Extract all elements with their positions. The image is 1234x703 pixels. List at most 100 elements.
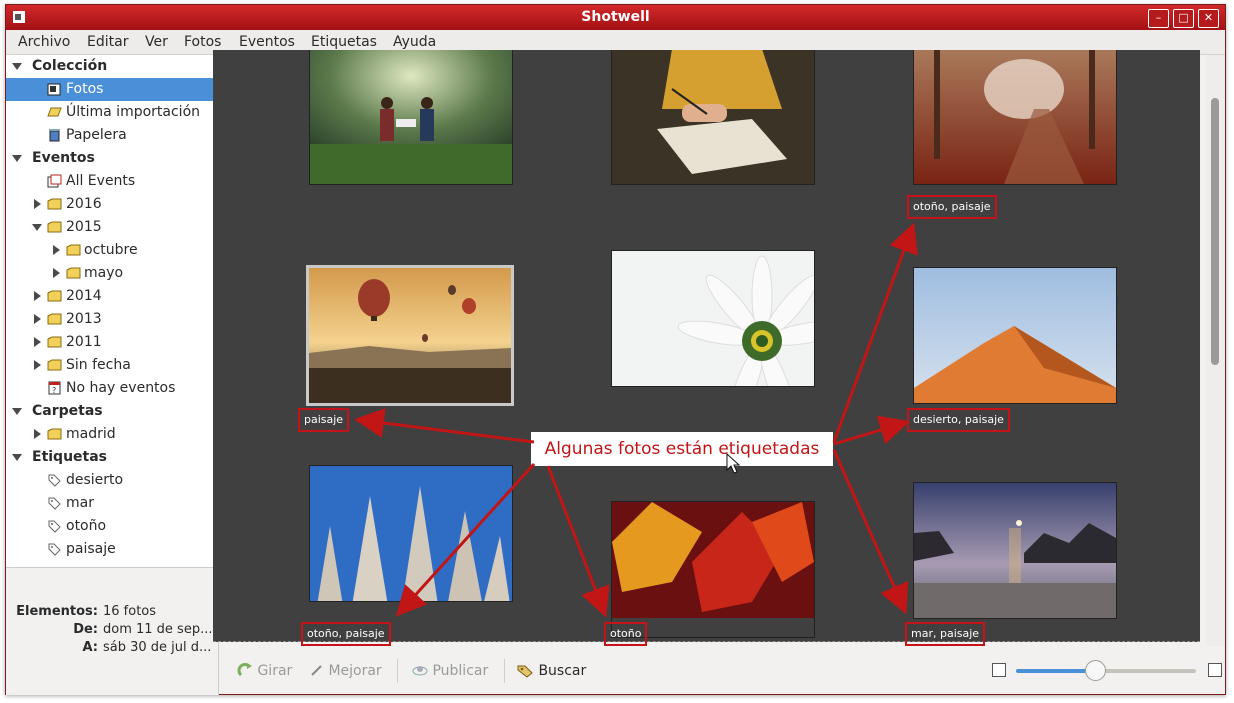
sidebar-item-label: madrid <box>66 426 116 442</box>
sidebar-header-label: Etiquetas <box>32 449 108 465</box>
bottom-toolbar: Girar Mejorar Publicar Buscar <box>219 647 1225 694</box>
sidebar-item-label: 2014 <box>66 288 102 304</box>
expand-arrow-icon[interactable] <box>53 268 60 278</box>
photo-thumbnail[interactable] <box>611 50 815 185</box>
sidebar-item-label: No hay eventos <box>66 380 176 396</box>
folder-icon <box>66 267 81 279</box>
collapse-arrow-icon[interactable] <box>12 454 22 461</box>
search-tag-icon <box>517 665 533 678</box>
sidebar-tag-otono[interactable]: otoño <box>6 515 218 538</box>
sidebar-item-2013[interactable]: 2013 <box>6 308 218 331</box>
publish-button[interactable]: Publicar <box>412 660 488 682</box>
rotate-button[interactable]: Girar <box>237 660 292 682</box>
close-button[interactable]: ✕ <box>1198 9 1219 28</box>
sidebar-header-folders[interactable]: Carpetas <box>6 400 218 423</box>
photo-thumbnail[interactable] <box>611 250 815 387</box>
scrollbar-thumb[interactable] <box>1211 98 1219 365</box>
sidebar-tag-paisaje[interactable]: paisaje <box>6 538 218 561</box>
maximize-button[interactable]: □ <box>1173 9 1194 28</box>
menu-editar[interactable]: Editar <box>87 34 128 50</box>
sidebar-item-may[interactable]: mayo <box>6 262 218 285</box>
menu-eventos[interactable]: Eventos <box>239 34 295 50</box>
sidebar-header-label: Colección <box>32 58 108 74</box>
rotate-icon <box>237 663 252 677</box>
sidebar-header-collection[interactable]: Colección <box>6 55 218 78</box>
sidebar-item-label: 2015 <box>66 219 102 235</box>
sidebar-item-label: otoño <box>66 518 107 534</box>
tag-icon <box>48 543 61 556</box>
menu-archivo[interactable]: Archivo <box>18 34 70 50</box>
photo-thumbnail[interactable] <box>309 50 513 185</box>
sidebar-header-tags[interactable]: Etiquetas <box>6 446 218 469</box>
minimize-button[interactable]: – <box>1148 9 1169 28</box>
photo-grid: Algunas fotos están etiquetadas <box>213 50 1200 642</box>
photo-tag-label: otoño <box>604 622 648 646</box>
photo-tag-label: desierto, paisaje <box>907 408 1010 432</box>
sidebar-item-all-events[interactable]: All Events <box>6 170 218 193</box>
find-button[interactable]: Buscar <box>517 660 586 682</box>
sidebar-item-label: 2011 <box>66 334 102 350</box>
photo-thumbnail-selected[interactable] <box>306 265 514 406</box>
sidebar-item-october[interactable]: octubre <box>6 239 218 262</box>
sidebar-item-no-date[interactable]: Sin fecha <box>6 354 218 377</box>
collapse-arrow-icon[interactable] <box>32 224 42 231</box>
zoom-slider-handle[interactable] <box>1085 660 1107 681</box>
elements-value: 16 fotos <box>103 604 157 619</box>
photo-poplar-trees <box>310 466 512 601</box>
expand-arrow-icon[interactable] <box>34 314 41 324</box>
sidebar-item-2015[interactable]: 2015 <box>6 216 218 239</box>
photo-autumn-path <box>914 50 1116 184</box>
photo-thumbnail[interactable] <box>913 482 1117 619</box>
folder-icon <box>47 198 62 210</box>
tag-icon <box>48 520 61 533</box>
zoom-out-icon[interactable] <box>992 663 1006 677</box>
zoom-slider-fill <box>1016 669 1096 673</box>
sidebar-item-trash[interactable]: Papelera <box>6 124 218 147</box>
enhance-label: Mejorar <box>328 663 382 679</box>
sidebar-item-label: mayo <box>84 265 124 281</box>
folder-icon <box>47 290 62 302</box>
sidebar-item-2014[interactable]: 2014 <box>6 285 218 308</box>
collapse-arrow-icon[interactable] <box>12 155 22 162</box>
sidebar-item-label: Fotos <box>66 81 104 97</box>
photo-thumbnail[interactable] <box>611 501 815 638</box>
toolbar-separator <box>397 659 398 683</box>
photo-thumbnail[interactable] <box>309 465 513 602</box>
sidebar-item-last-import[interactable]: Última importación <box>6 101 218 124</box>
folder-icon <box>47 336 62 348</box>
expand-arrow-icon[interactable] <box>34 199 41 209</box>
menu-fotos[interactable]: Fotos <box>184 34 221 50</box>
enhance-button[interactable]: Mejorar <box>310 660 382 682</box>
sidebar-item-no-events[interactable]: ? No hay eventos <box>6 377 218 400</box>
photo-thumbnail[interactable] <box>913 267 1117 404</box>
menu-ayuda[interactable]: Ayuda <box>393 34 436 50</box>
photo-tag-label: paisaje <box>298 408 350 432</box>
zoom-in-icon[interactable] <box>1208 663 1222 677</box>
photo-thumbnail[interactable] <box>913 50 1117 185</box>
sidebar-header-label: Eventos <box>32 150 95 166</box>
to-value: sáb 30 de jul d... <box>103 640 212 655</box>
expand-arrow-icon[interactable] <box>34 360 41 370</box>
sidebar-item-photos[interactable]: Fotos <box>6 78 218 101</box>
collapse-arrow-icon[interactable] <box>12 408 22 415</box>
sidebar-item-label: desierto <box>66 472 124 488</box>
expand-arrow-icon[interactable] <box>34 337 41 347</box>
trash-icon <box>49 129 60 142</box>
sidebar-tag-mar[interactable]: mar <box>6 492 218 515</box>
window-title: Shotwell <box>581 9 650 25</box>
sidebar-item-2011[interactable]: 2011 <box>6 331 218 354</box>
expand-arrow-icon[interactable] <box>34 291 41 301</box>
photo-grid-scrollbar[interactable] <box>1206 55 1225 646</box>
photo-writing-book <box>612 50 814 184</box>
sidebar-item-2016[interactable]: 2016 <box>6 193 218 216</box>
collapse-arrow-icon[interactable] <box>12 63 22 70</box>
expand-arrow-icon[interactable] <box>53 245 60 255</box>
folder-icon <box>47 313 62 325</box>
elements-label: Elementos: <box>16 604 98 619</box>
sidebar-header-events[interactable]: Eventos <box>6 147 218 170</box>
menu-ver[interactable]: Ver <box>145 34 168 50</box>
sidebar-tag-desierto[interactable]: desierto <box>6 469 218 492</box>
expand-arrow-icon[interactable] <box>34 429 41 439</box>
menu-etiquetas[interactable]: Etiquetas <box>311 34 377 50</box>
sidebar-item-madrid[interactable]: madrid <box>6 423 218 446</box>
